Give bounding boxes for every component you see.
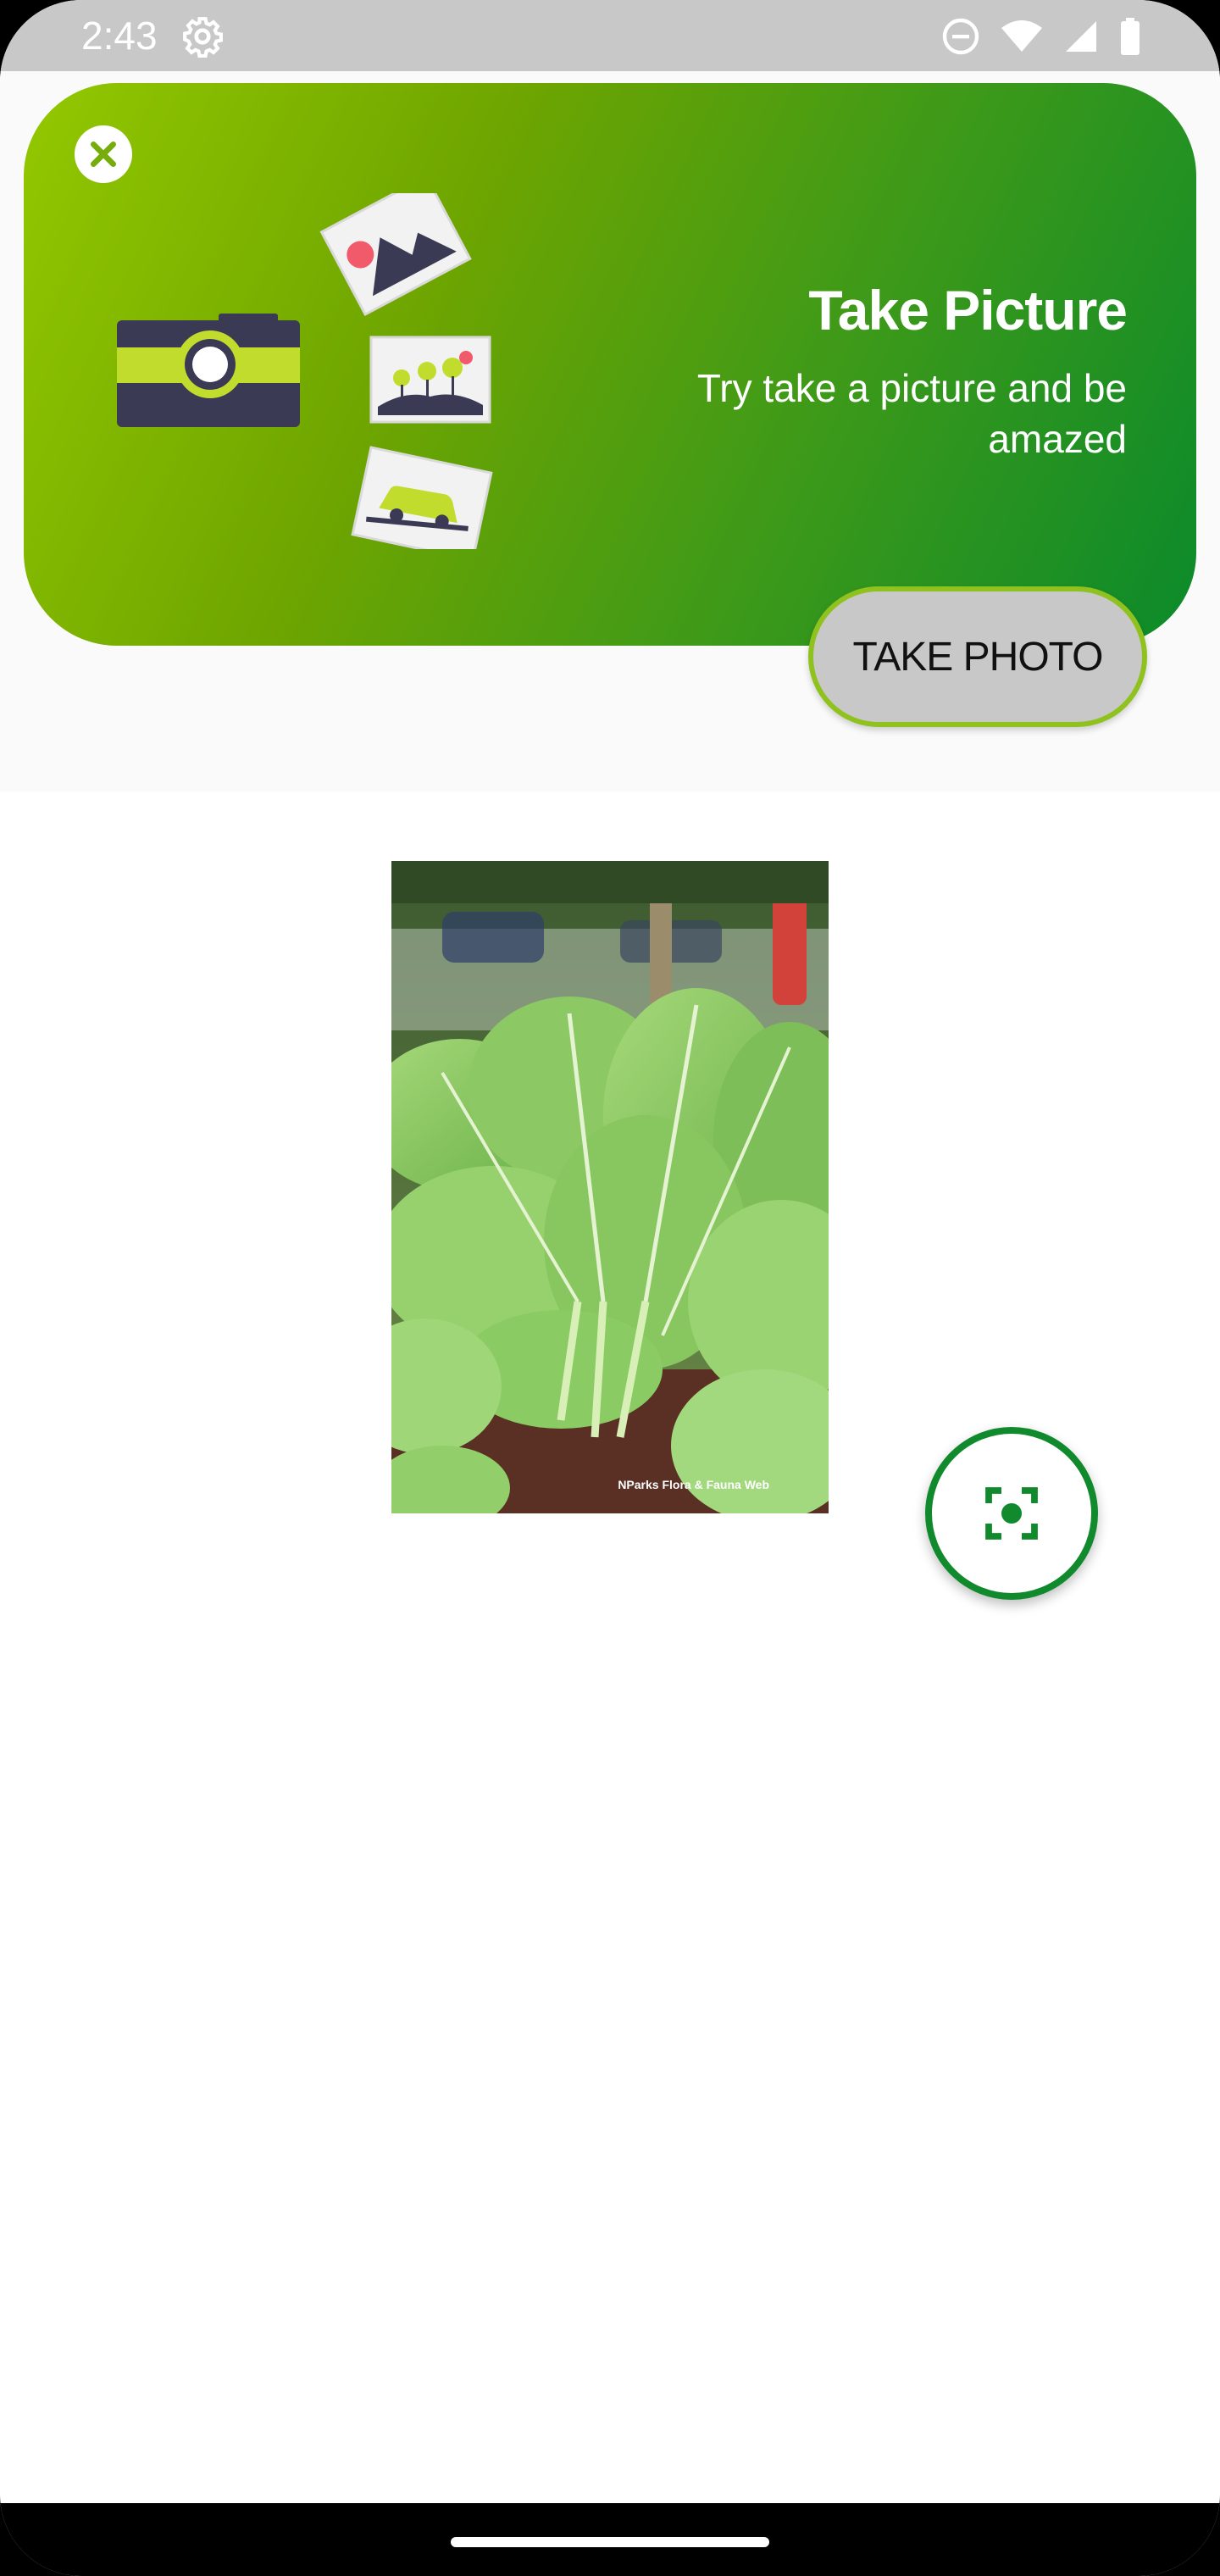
banner-area: Take Picture Try take a picture and be a… [0,71,1220,791]
camera-and-photos-illustration [117,193,493,549]
settings-gear-icon [183,17,223,58]
take-picture-banner: Take Picture Try take a picture and be a… [24,83,1196,727]
trees-photo-icon [369,336,491,424]
mustard-greens-image [391,861,829,1513]
status-icons [940,15,1142,58]
navigation-bar [0,2503,1220,2576]
banner-title: Take Picture [808,279,1128,341]
banner-subtitle: Try take a picture and be amazed [696,366,1127,461]
camera-icon [117,314,300,427]
home-gesture-handle[interactable] [451,2537,769,2547]
phone-screen: 2:43 Take Picture Try take a picture and… [0,0,1220,2576]
close-icon [91,142,116,167]
take-photo-button[interactable]: TAKE PHOTO [808,586,1147,727]
car-photo-icon [351,446,493,549]
scan-button[interactable] [925,1427,1098,1600]
close-button[interactable] [75,125,132,183]
mountain-photo-icon [319,193,472,317]
battery-icon [1121,18,1140,55]
scan-focus-icon [985,1487,1038,1540]
signal-icon [1066,21,1096,52]
photo-watermark: NParks Flora & Fauna Web [618,1478,769,1491]
wifi-icon [1001,20,1042,52]
status-bar: 2:43 [0,0,1220,71]
status-time: 2:43 [81,14,158,58]
do-not-disturb-icon [942,18,979,55]
plant-photo: NParks Flora & Fauna Web [391,861,829,1513]
